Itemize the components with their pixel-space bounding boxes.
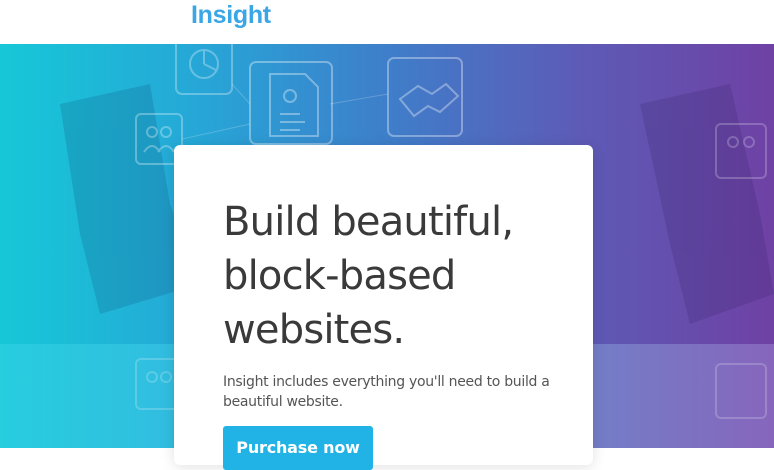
purchase-button[interactable]: Purchase now xyxy=(223,426,373,470)
chart-icon xyxy=(175,44,233,95)
handshake-icon xyxy=(387,57,463,137)
hero-subtext: Insight includes everything you'll need … xyxy=(223,374,550,410)
brand-logo[interactable]: Insight xyxy=(191,1,271,30)
laptop-silhouette-right xyxy=(640,84,774,324)
document-icon xyxy=(249,61,333,145)
hero-card: Build beautiful, block-based websites. I… xyxy=(174,145,593,470)
hero-headline: Build beautiful, block-based websites. xyxy=(223,199,514,353)
site-header: Insight xyxy=(0,0,774,44)
